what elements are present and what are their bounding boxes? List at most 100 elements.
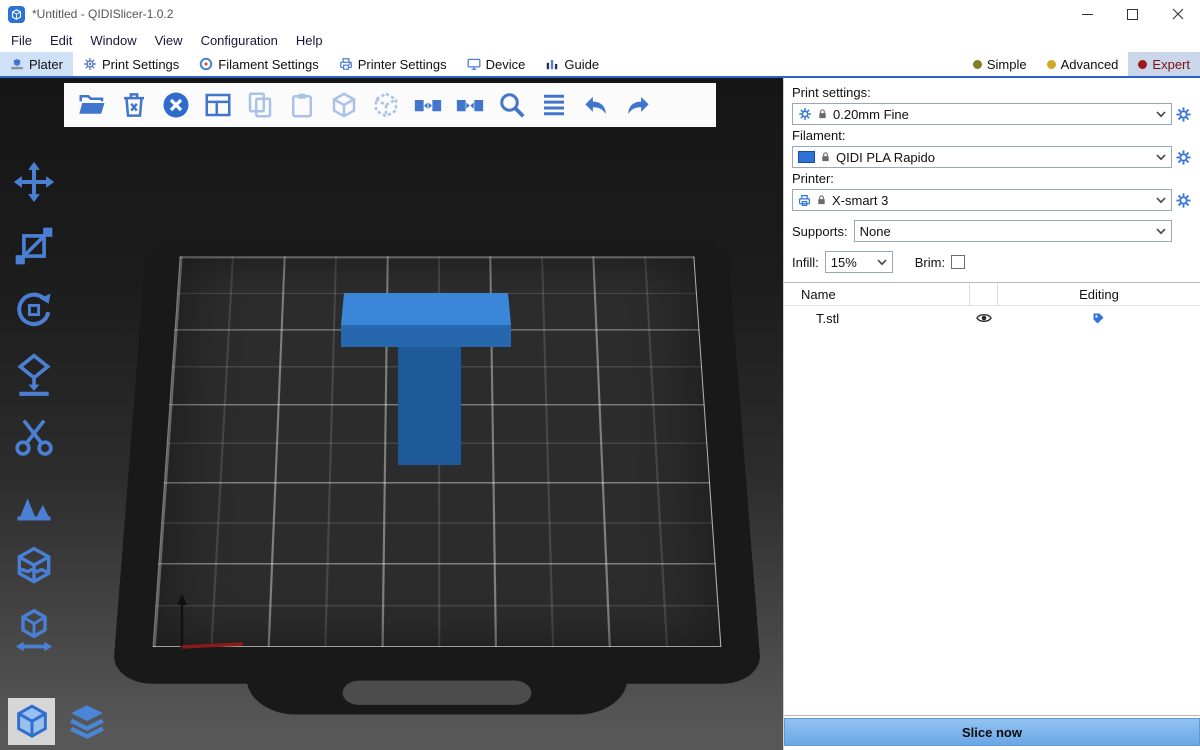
chevron-down-icon [1156, 111, 1166, 118]
measure-tool-button[interactable] [10, 606, 57, 653]
printer-value: X-smart 3 [832, 193, 1151, 208]
split-to-objects-button[interactable] [411, 89, 444, 122]
infill-combo[interactable]: 15% [825, 251, 893, 273]
viewport-toolbar [64, 83, 716, 127]
filament-gear-button[interactable] [1175, 149, 1192, 166]
supports-combo[interactable]: None [854, 220, 1172, 242]
tab-printer-settings[interactable]: Printer Settings [329, 52, 457, 76]
tab-label: Device [486, 57, 526, 72]
place-on-face-tool-button[interactable] [10, 350, 57, 397]
column-header-editing: Editing [998, 287, 1200, 302]
maximize-button[interactable] [1110, 0, 1155, 28]
minimize-button[interactable] [1065, 0, 1110, 28]
mode-simple[interactable]: Simple [963, 52, 1037, 76]
bed-grid-surface [153, 256, 722, 647]
expert-mode-dot [1138, 60, 1147, 69]
filament-combo[interactable]: QIDI PLA Rapido [792, 146, 1172, 168]
chevron-down-icon [1156, 197, 1166, 204]
tab-filament-settings[interactable]: Filament Settings [189, 52, 328, 76]
chevron-down-icon [1156, 228, 1166, 235]
arrange-button[interactable] [201, 89, 234, 122]
copy-button[interactable] [243, 89, 276, 122]
menu-view[interactable]: View [146, 33, 192, 48]
paste-button[interactable] [285, 89, 318, 122]
tab-device[interactable]: Device [457, 52, 536, 76]
object-row[interactable]: T.stl [784, 306, 1200, 330]
infill-value: 15% [831, 255, 872, 270]
filament-row: QIDI PLA Rapido [792, 146, 1195, 168]
sidebar-presets: Print settings: 0.20mm Fine Filament: [784, 83, 1200, 273]
undo-button[interactable] [579, 89, 612, 122]
open-project-button[interactable] [75, 89, 108, 122]
tab-plater[interactable]: Plater [0, 52, 73, 76]
slice-now-button[interactable]: Slice now [784, 718, 1200, 746]
printer-combo[interactable]: X-smart 3 [792, 189, 1172, 211]
mode-label: Advanced [1061, 57, 1119, 72]
menu-edit[interactable]: Edit [41, 33, 81, 48]
printer-icon [798, 194, 811, 207]
delete-all-button[interactable] [159, 89, 192, 122]
column-header-name: Name [784, 287, 969, 302]
advanced-mode-dot [1047, 60, 1056, 69]
tab-guide[interactable]: Guide [535, 52, 609, 76]
mode-switcher: Simple Advanced Expert [963, 52, 1200, 76]
bed-handle-cutout [342, 681, 531, 705]
move-tool-button[interactable] [10, 158, 57, 205]
object-list-header: Name Editing [784, 283, 1200, 306]
viewport-3d[interactable] [0, 78, 783, 750]
plater-icon [10, 57, 24, 71]
app-logo-icon [8, 6, 25, 23]
paint-supports-tool-button[interactable] [10, 478, 57, 525]
printer-row: X-smart 3 [792, 189, 1195, 211]
brim-label: Brim: [915, 255, 945, 270]
slice-button-wrap: Slice now [784, 716, 1200, 750]
rotate-tool-button[interactable] [10, 286, 57, 333]
add-instance-button[interactable] [327, 89, 360, 122]
redo-button[interactable] [621, 89, 654, 122]
app-window: *Untitled - QIDISlicer-1.0.2 File Edit W… [0, 0, 1200, 750]
menu-help[interactable]: Help [287, 33, 332, 48]
scale-tool-button[interactable] [10, 222, 57, 269]
filament-color-swatch [798, 151, 815, 163]
mode-expert[interactable]: Expert [1128, 52, 1200, 76]
close-button[interactable] [1155, 0, 1200, 28]
tabbar: Plater Print Settings Filament Settings … [0, 52, 1200, 78]
window-title: *Untitled - QIDISlicer-1.0.2 [32, 7, 173, 21]
brim-checkbox[interactable] [951, 255, 965, 269]
chevron-down-icon [877, 259, 887, 266]
menubar: File Edit Window View Configuration Help [0, 28, 1200, 52]
bed-front-handle [245, 653, 629, 714]
tab-print-settings[interactable]: Print Settings [73, 52, 189, 76]
tab-label: Filament Settings [218, 57, 318, 72]
titlebar: *Untitled - QIDISlicer-1.0.2 [0, 0, 1200, 28]
print-settings-row: 0.20mm Fine [792, 103, 1195, 125]
remove-instance-button[interactable] [369, 89, 402, 122]
tab-label: Guide [564, 57, 599, 72]
editing-icon[interactable] [997, 311, 1200, 326]
preview-view-button[interactable] [63, 698, 110, 745]
mode-advanced[interactable]: Advanced [1037, 52, 1129, 76]
delete-button[interactable] [117, 89, 150, 122]
visibility-eye-icon[interactable] [970, 312, 997, 324]
editor-view-button[interactable] [8, 698, 55, 745]
print-settings-combo[interactable]: 0.20mm Fine [792, 103, 1172, 125]
filament-value: QIDI PLA Rapido [836, 150, 1151, 165]
menu-file[interactable]: File [2, 33, 41, 48]
printer-settings-icon [339, 57, 353, 71]
search-button[interactable] [495, 89, 528, 122]
split-to-parts-button[interactable] [453, 89, 486, 122]
printer-label: Printer: [792, 171, 1195, 186]
sidebar: Print settings: 0.20mm Fine Filament: [783, 78, 1200, 750]
printer-gear-button[interactable] [1175, 192, 1192, 209]
print-settings-gear-button[interactable] [1175, 106, 1192, 123]
menu-window[interactable]: Window [81, 33, 145, 48]
device-icon [467, 57, 481, 71]
variable-layer-height-button[interactable] [537, 89, 570, 122]
cut-tool-button[interactable] [10, 414, 57, 461]
seam-painting-tool-button[interactable] [10, 542, 57, 589]
menu-configuration[interactable]: Configuration [192, 33, 287, 48]
supports-value: None [860, 224, 1151, 239]
lock-icon [816, 194, 827, 206]
window-controls [1065, 0, 1200, 28]
supports-label: Supports: [792, 224, 848, 239]
